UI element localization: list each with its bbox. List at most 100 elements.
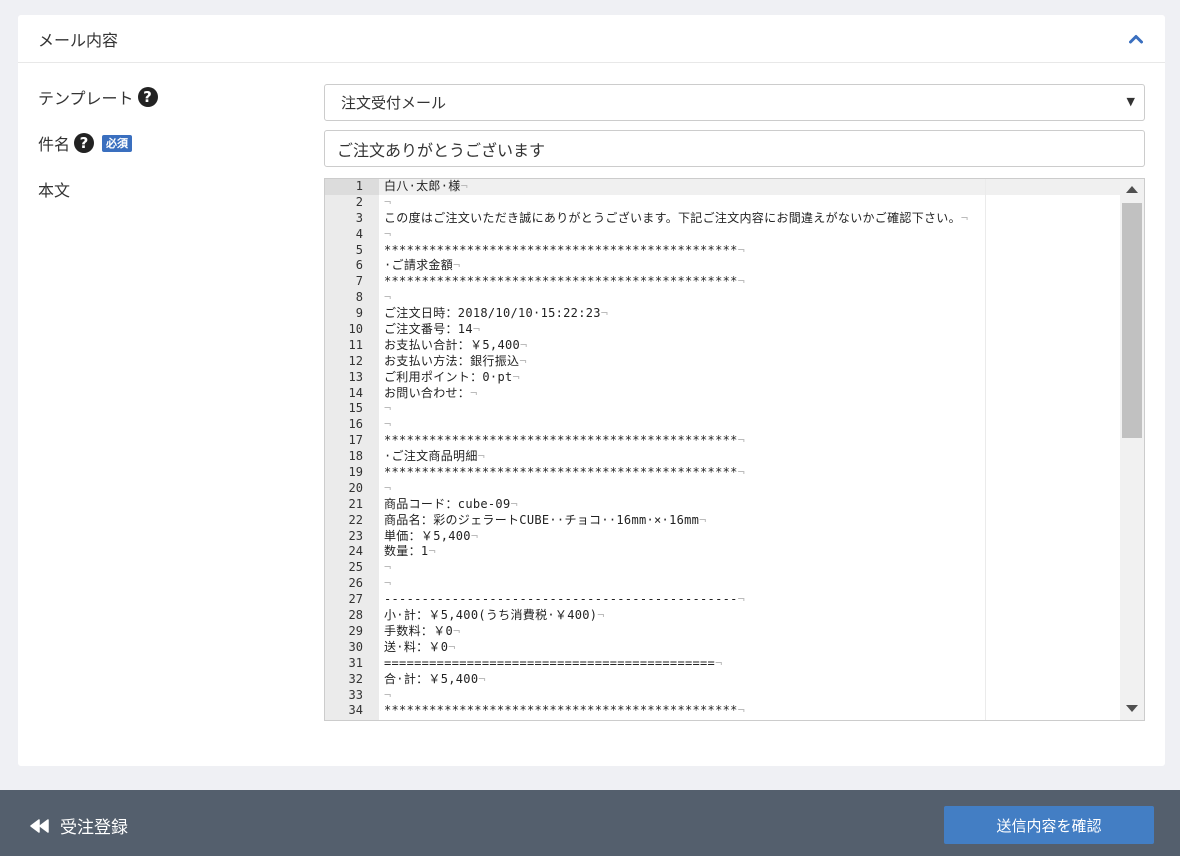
line-text: ****************************************… <box>384 703 738 718</box>
line-number: 4 <box>355 226 363 241</box>
editor-line: 32 合·計：￥5,400 ¬ <box>325 672 1121 688</box>
eol-marker: ¬ <box>384 417 392 432</box>
line-number: 9 <box>355 306 363 321</box>
line-number: 2 <box>355 194 363 209</box>
line-number: 13 <box>348 369 363 384</box>
line-text: 白八·太郎·様 <box>384 179 461 193</box>
eol-marker: ¬ <box>460 179 468 193</box>
editor-line: 5 ***************************************… <box>325 243 1121 259</box>
card-title: メール内容 <box>38 30 119 50</box>
line-text: 送·料：￥0 <box>384 639 449 654</box>
editor-line: 26 ¬ <box>325 576 1121 592</box>
template-selected-value: 注文受付メール <box>341 94 447 112</box>
editor-line: 22 商品名：彩のジェラートCUBE··チョコ··16mm·×·16mm ¬ <box>325 513 1121 529</box>
subject-label-row: 件名 ? 必須 <box>38 131 133 155</box>
editor-line: 9 ご注文日時：2018/10/10·15:22:23 ¬ <box>325 306 1121 322</box>
line-number: 18 <box>348 449 363 464</box>
template-select[interactable]: 注文受付メール ▼ <box>324 84 1145 121</box>
line-number: 7 <box>355 274 363 289</box>
eol-marker: ¬ <box>699 512 707 527</box>
eol-marker: ¬ <box>384 401 392 416</box>
line-text: お問い合わせ： <box>384 385 471 400</box>
line-number: 1 <box>355 179 363 193</box>
line-number: 10 <box>348 322 363 337</box>
eol-marker: ¬ <box>737 703 745 718</box>
line-number: 24 <box>348 544 363 559</box>
eol-marker: ¬ <box>472 322 481 337</box>
editor-line: 3 この度はご注文いただき誠にありがとうございます。下記ご注文内容にお間違えがない… <box>325 211 1121 227</box>
editor-line: 21 商品コード：cube-09 ¬ <box>325 497 1121 513</box>
line-number: 3 <box>355 210 363 225</box>
editor-line: 13 ご利用ポイント：0·pt ¬ <box>325 370 1121 386</box>
line-text: ご注文番号：14 <box>384 322 473 337</box>
line-number: 14 <box>348 385 363 400</box>
eol-marker: ¬ <box>737 242 745 257</box>
eol-marker: ¬ <box>453 258 461 273</box>
editor-line: 12 お支払い方法：銀行振込 ¬ <box>325 354 1121 370</box>
editor-line: 24 数量：1 ¬ <box>325 544 1121 560</box>
line-number: 32 <box>348 671 363 686</box>
line-text: ·ご請求金額 <box>384 258 454 273</box>
eol-marker: ¬ <box>470 385 478 400</box>
editor-line: 2 ¬ <box>325 195 1121 211</box>
line-number: 30 <box>348 639 363 654</box>
editor-line: 20 ¬ <box>325 481 1121 497</box>
line-text: ****************************************… <box>384 274 738 289</box>
eol-marker: ¬ <box>737 274 745 289</box>
line-text: ご注文日時：2018/10/10·15:22:23 <box>384 306 601 321</box>
line-text: 手数料：￥0 <box>384 623 454 638</box>
line-text: 商品コード：cube-09 <box>384 496 511 511</box>
line-number: 31 <box>348 655 363 670</box>
eol-marker: ¬ <box>737 433 745 448</box>
scroll-thumb[interactable] <box>1122 203 1142 438</box>
editor-lines[interactable]: 1 白八·太郎·様 ¬ 2 ¬ 3 この度はご注文いただき誠にありがとうございます。下記ご注… <box>325 179 1121 719</box>
mail-content-card: メール内容 テンプレート ? 注文受付メール ▼ 件名 ? 必須 本文 1 白八·… <box>18 15 1165 766</box>
line-text: 単価：￥5,400 <box>384 528 471 543</box>
line-number: 8 <box>355 290 363 305</box>
eol-marker: ¬ <box>384 687 392 702</box>
eol-marker: ¬ <box>597 608 605 623</box>
required-badge: 必須 <box>102 134 133 152</box>
line-number: 20 <box>348 480 363 495</box>
editor-line: 7 ***************************************… <box>325 274 1121 290</box>
question-circle-icon[interactable]: ? <box>137 87 158 107</box>
editor-line: 17 **************************************… <box>325 433 1121 449</box>
eol-marker: ¬ <box>737 465 745 480</box>
back-to-order-link[interactable]: 受注登録 <box>30 813 128 838</box>
eol-marker: ¬ <box>715 655 723 670</box>
card-header: メール内容 <box>18 15 1165 63</box>
line-text: お支払い合計：￥5,400 <box>384 337 521 352</box>
line-number: 15 <box>348 401 363 416</box>
line-text: ****************************************… <box>384 465 738 480</box>
line-number: 12 <box>348 353 363 368</box>
footer-bar: 受注登録 送信内容を確認 <box>0 790 1180 856</box>
line-text: お支払い方法：銀行振込 <box>384 353 520 368</box>
eol-marker: ¬ <box>470 528 479 543</box>
caret-down-icon: ▼ <box>1126 95 1135 108</box>
line-text: ========================================… <box>384 655 716 670</box>
question-circle-icon[interactable]: ? <box>74 133 95 153</box>
subject-input[interactable] <box>324 130 1145 167</box>
scroll-down-icon[interactable] <box>1126 705 1138 712</box>
scroll-up-icon[interactable] <box>1126 186 1138 193</box>
eol-marker: ¬ <box>384 560 392 575</box>
line-number: 34 <box>348 703 363 718</box>
body-editor[interactable]: 1 白八·太郎·様 ¬ 2 ¬ 3 この度はご注文いただき誠にありがとうございます。下記ご注… <box>324 178 1145 721</box>
line-text: 小·計：￥5,400(うち消費税·￥400) <box>384 608 598 623</box>
editor-scrollbar[interactable] <box>1120 179 1144 720</box>
confirm-send-button[interactable]: 送信内容を確認 <box>944 806 1154 844</box>
editor-line: 11 お支払い合計：￥5,400 ¬ <box>325 338 1121 354</box>
editor-line: 25 ¬ <box>325 560 1121 576</box>
eol-marker: ¬ <box>384 194 392 209</box>
eol-marker: ¬ <box>428 544 436 559</box>
line-text: ·ご注文商品明細 <box>384 449 478 464</box>
chevron-up-icon[interactable] <box>1127 30 1145 48</box>
line-text: この度はご注文いただき誠にありがとうございます。下記ご注文内容にお間違えがないか… <box>384 210 961 225</box>
eol-marker: ¬ <box>477 449 485 464</box>
eol-marker: ¬ <box>960 210 969 225</box>
subject-label: 件名 <box>38 135 71 154</box>
line-text: 商品名：彩のジェラートCUBE··チョコ··16mm·×·16mm <box>384 512 700 527</box>
editor-line: 18 ·ご注文商品明細 ¬ <box>325 449 1121 465</box>
editor-line: 15 ¬ <box>325 401 1121 417</box>
eol-marker: ¬ <box>384 290 392 305</box>
